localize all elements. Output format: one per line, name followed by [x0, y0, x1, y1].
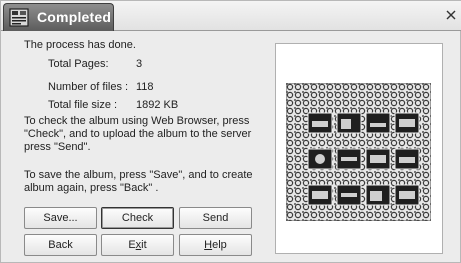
title-bar: Completed: [1, 1, 461, 31]
exit-label-prefix: E: [128, 239, 136, 251]
exit-label-suffix: it: [141, 239, 147, 251]
help-mnemonic: H: [204, 239, 213, 251]
check-instructions: To check the album using Web Browser, pr…: [24, 115, 252, 153]
check-button[interactable]: Check: [101, 207, 174, 229]
help-label-suffix: elp: [212, 239, 227, 251]
total-pages-label: Total Pages:: [48, 58, 109, 70]
save-button[interactable]: Save...: [24, 207, 97, 229]
album-preview-panel: [275, 43, 443, 254]
save-instructions: To save the album, press "Save", and to …: [24, 169, 253, 194]
album-thumbnail-image: [286, 83, 431, 221]
completed-dialog: Completed The process has done. Total Pa…: [0, 0, 461, 263]
window-title: Completed: [37, 9, 112, 25]
number-of-files-label: Number of files :: [48, 81, 129, 93]
send-button[interactable]: Send: [179, 207, 252, 229]
back-button[interactable]: Back: [24, 234, 97, 256]
total-file-size-value: 1892 KB: [136, 99, 179, 111]
status-message: The process has done.: [24, 39, 136, 51]
total-file-size-label: Total file size :: [48, 99, 118, 111]
close-icon[interactable]: [444, 8, 458, 22]
album-icon: [9, 8, 29, 27]
exit-button[interactable]: Exit: [101, 234, 174, 256]
total-pages-value: 3: [136, 58, 143, 70]
number-of-files-value: 118: [136, 81, 154, 93]
help-button[interactable]: Help: [179, 234, 252, 256]
title-tab: Completed: [3, 3, 114, 31]
